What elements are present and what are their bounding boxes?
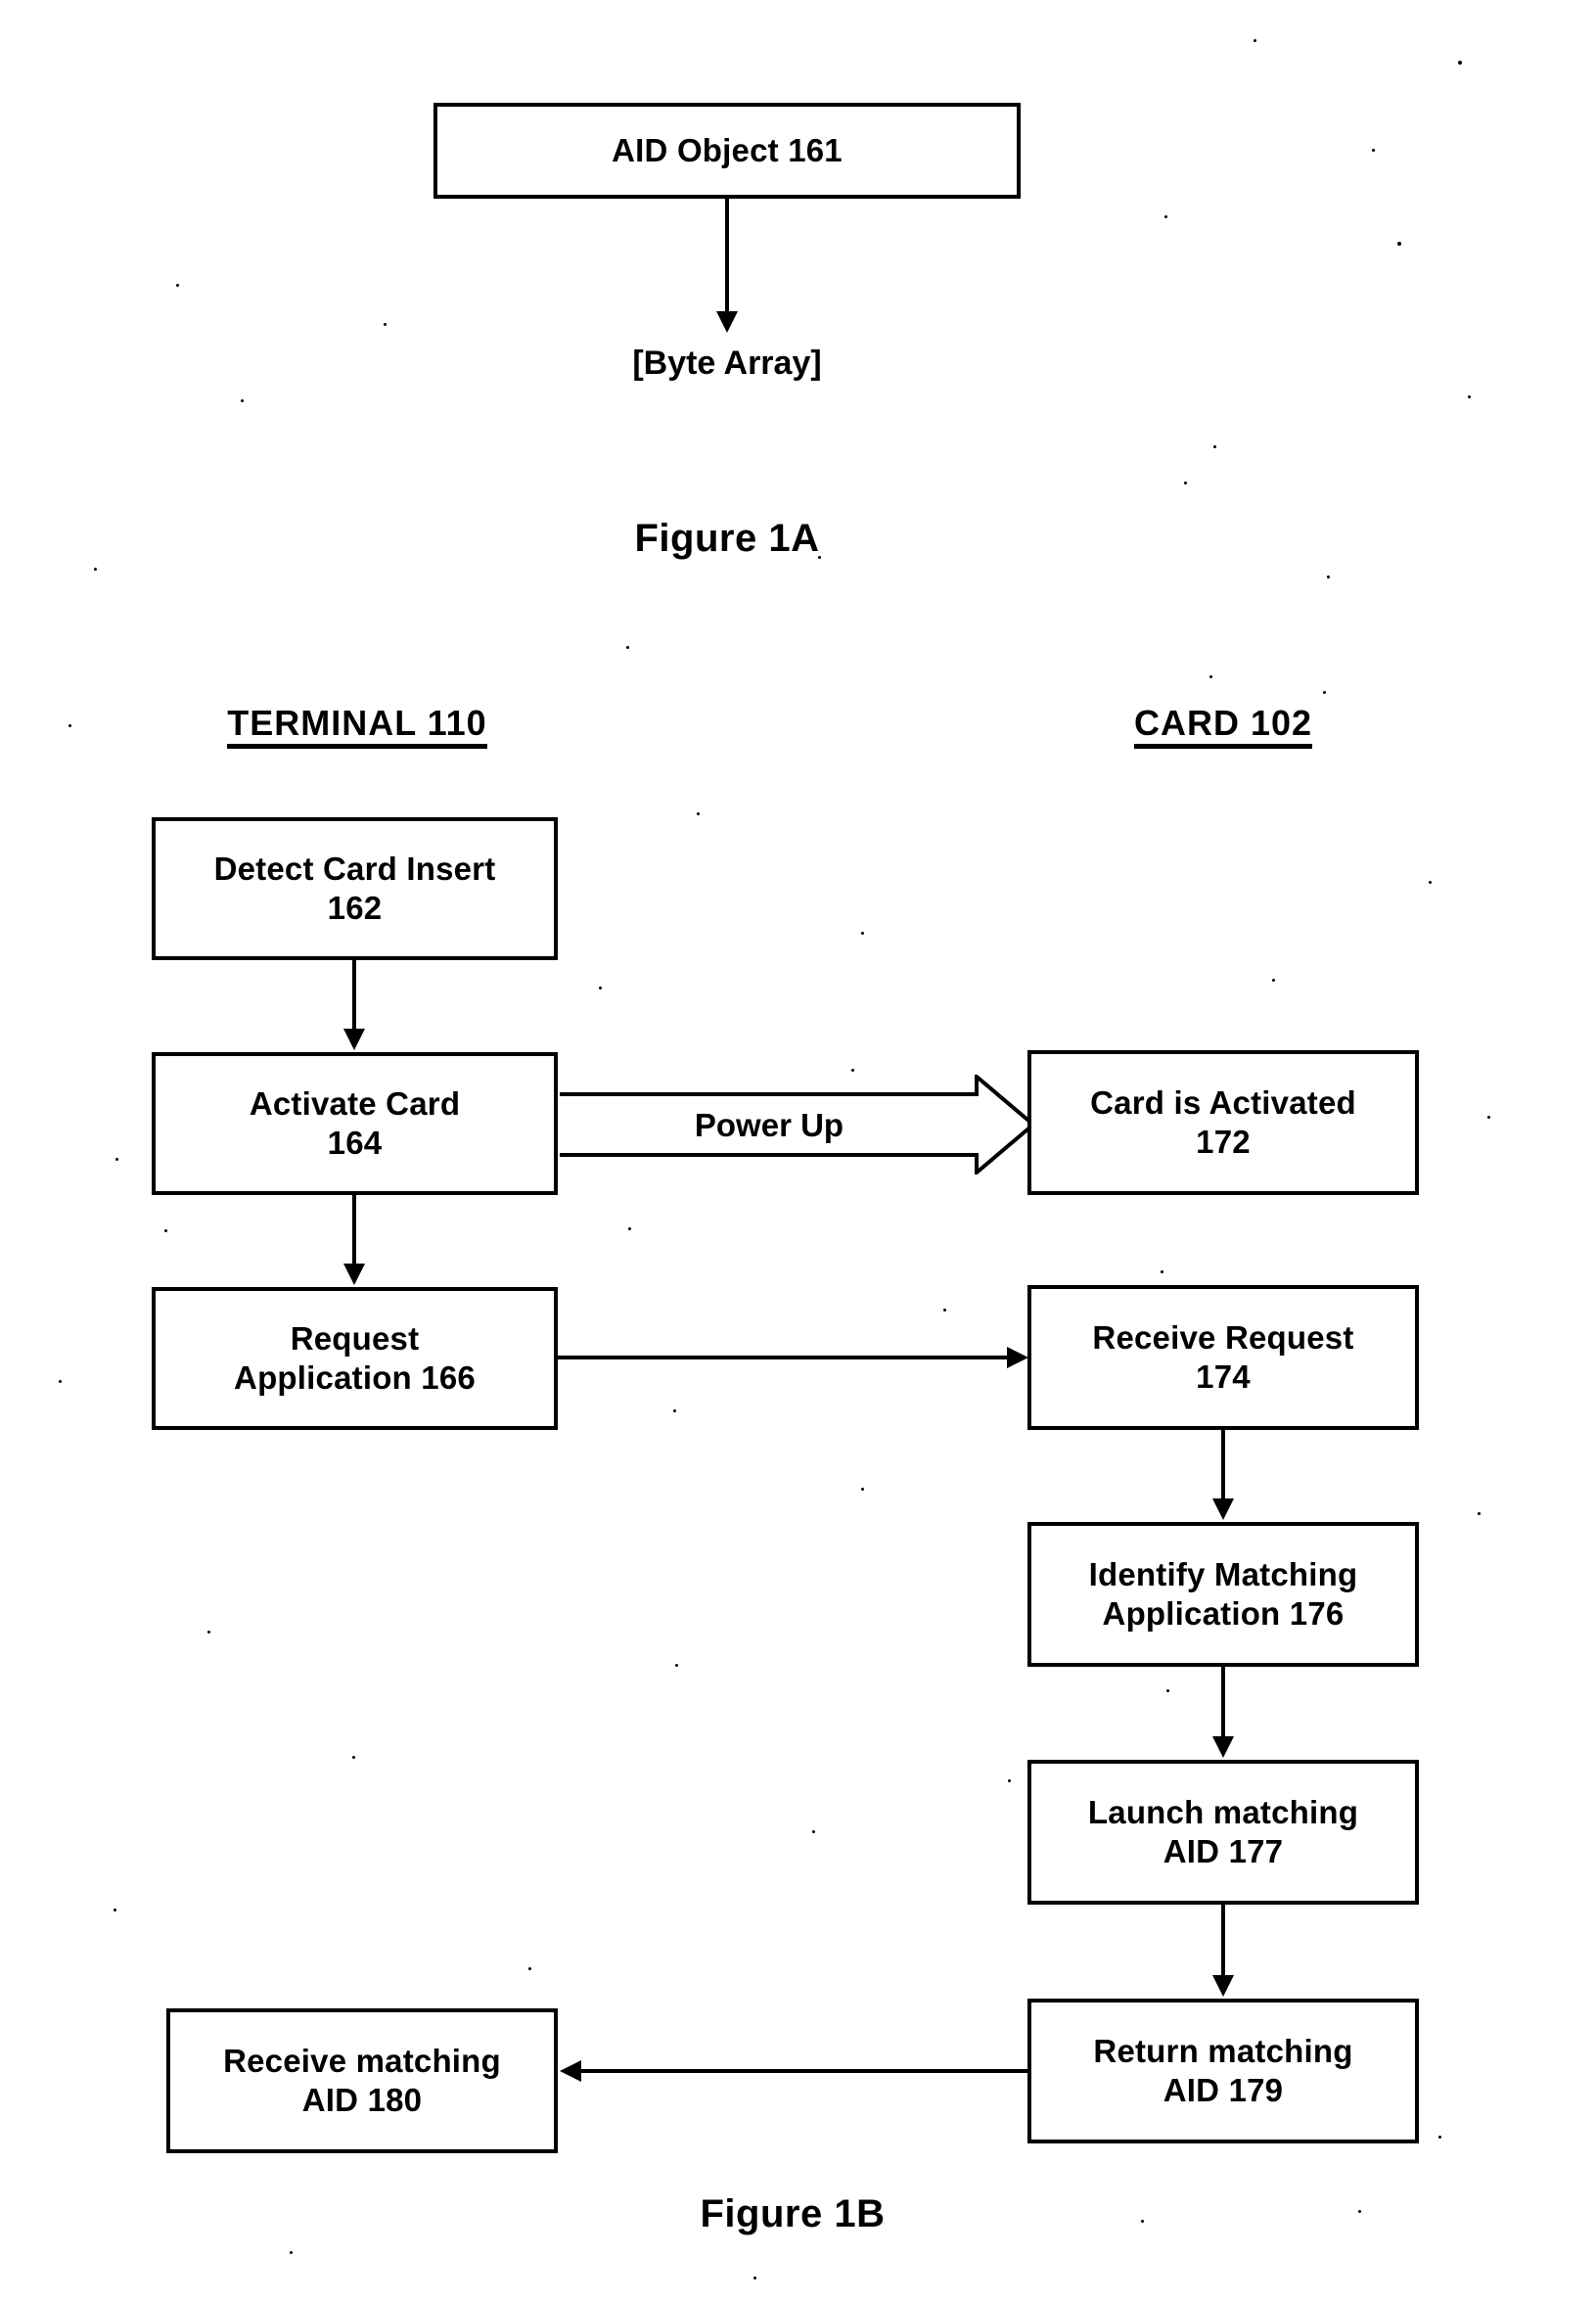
step-176-line1: Identify Matching (1088, 1555, 1358, 1592)
step-174-line1: Receive Request (1092, 1318, 1354, 1356)
step-box-receive-request-174: Receive Request 174 (1027, 1285, 1419, 1430)
connector-179-to-180-stem (579, 2069, 1027, 2073)
aid-object-box: AID Object 161 (433, 103, 1021, 199)
connector-164-to-166-stem (352, 1195, 356, 1266)
connector-164-to-166-head (343, 1264, 365, 1285)
column-header-terminal-text: TERMINAL 110 (227, 703, 487, 749)
step-box-detect-card-insert-162: Detect Card Insert 162 (152, 817, 558, 960)
connector-177-to-179-stem (1221, 1905, 1225, 1977)
step-box-activate-card-164: Activate Card 164 (152, 1052, 558, 1195)
step-177-line1: Launch matching (1087, 1793, 1359, 1830)
aid-object-arrow-head (716, 311, 738, 333)
connector-174-to-176-stem (1221, 1430, 1225, 1501)
step-box-identify-matching-application-176: Identify Matching Application 176 (1027, 1522, 1419, 1667)
aid-object-arrow-stem (725, 199, 729, 314)
step-box-launch-matching-aid-177: Launch matching AID 177 (1027, 1760, 1419, 1905)
patent-figure-page: AID Object 161 [Byte Array] Figure 1A TE… (0, 0, 1596, 2302)
connector-166-to-174-stem (558, 1356, 1010, 1359)
step-180-line2: AID 180 (301, 2082, 423, 2118)
connector-162-to-164-head (343, 1029, 365, 1050)
step-box-request-application-166: Request Application 166 (152, 1287, 558, 1430)
step-box-receive-matching-aid-180: Receive matching AID 180 (166, 2008, 558, 2153)
column-header-card: CARD 102 (1027, 703, 1419, 749)
column-header-card-text: CARD 102 (1133, 703, 1313, 749)
step-174-line2: 174 (1196, 1358, 1251, 1395)
connector-177-to-179-head (1212, 1975, 1234, 1997)
connector-179-to-180-head (560, 2060, 581, 2082)
connector-176-to-177-stem (1221, 1667, 1225, 1739)
step-166-line1: Request (290, 1319, 420, 1357)
step-177-line2: AID 177 (1163, 1833, 1284, 1869)
step-box-return-matching-aid-179: Return matching AID 179 (1027, 1999, 1419, 2143)
column-header-terminal: TERMINAL 110 (152, 703, 563, 749)
step-179-line1: Return matching (1093, 2032, 1353, 2069)
step-180-line1: Receive matching (223, 2042, 501, 2079)
connector-174-to-176-head (1212, 1498, 1234, 1520)
step-172-line2: 172 (1196, 1124, 1251, 1160)
step-164-line2: 164 (327, 1125, 383, 1161)
connector-176-to-177-head (1212, 1736, 1234, 1758)
step-179-line2: AID 179 (1163, 2072, 1284, 2108)
step-162-line1: Detect Card Insert (213, 850, 496, 887)
connector-166-to-174-head (1007, 1347, 1028, 1368)
aid-object-box-label: AID Object 161 (612, 131, 843, 168)
step-172-line1: Card is Activated (1090, 1083, 1356, 1121)
connector-power-up-label: Power Up (694, 1107, 844, 1143)
step-176-line2: Application 176 (1102, 1595, 1345, 1632)
figure-1b-title: Figure 1B (700, 2192, 886, 2235)
step-box-card-is-activated-172: Card is Activated 172 (1027, 1050, 1419, 1195)
figure-1a-title: Figure 1A (634, 517, 820, 560)
step-162-line2: 162 (327, 890, 383, 926)
byte-array-label: [Byte Array] (632, 345, 822, 382)
step-166-line2: Application 166 (234, 1359, 476, 1396)
connector-162-to-164-stem (352, 960, 356, 1032)
step-164-line1: Activate Card (249, 1084, 461, 1122)
